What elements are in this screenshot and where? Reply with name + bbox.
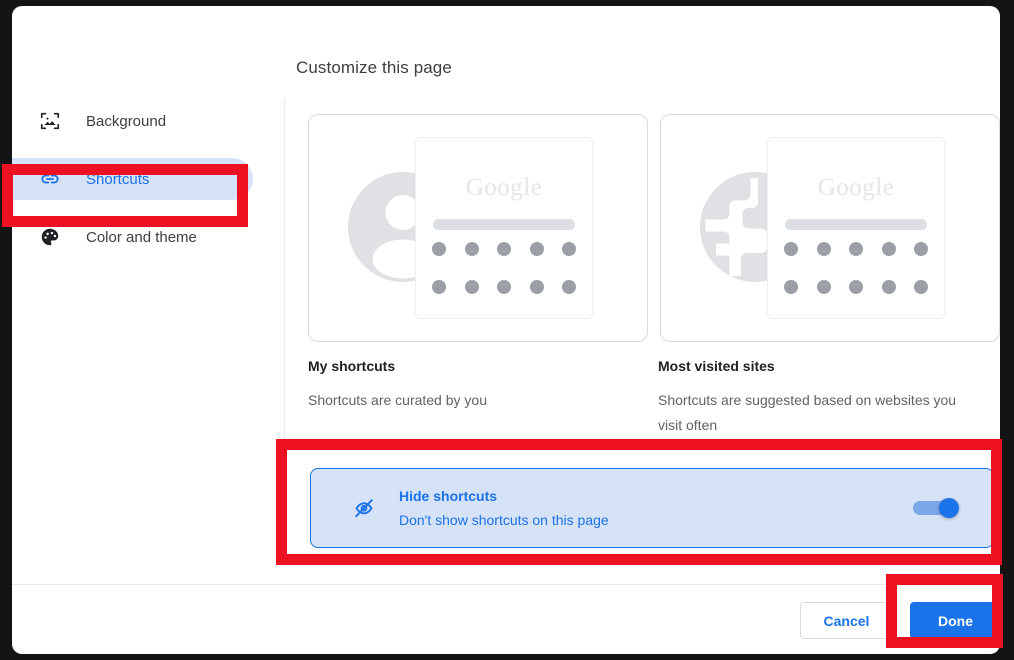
preview-shortcut-dot	[849, 280, 863, 294]
toggle-knob	[939, 498, 959, 518]
preview-search-bar	[433, 219, 575, 230]
preview-page: Google	[415, 137, 593, 319]
preview-shortcut-dot	[432, 242, 446, 256]
sidebar-item-color-and-theme[interactable]: Color and theme	[12, 216, 260, 258]
sidebar-item-background[interactable]: Background	[12, 100, 260, 142]
preview-logo: Google	[465, 174, 543, 201]
preview-shortcut-dot	[784, 280, 798, 294]
option-caption-my-shortcuts: My shortcuts Shortcuts are curated by yo…	[308, 358, 646, 438]
sidebar-item-label: Background	[86, 112, 167, 130]
preview-shortcut-row	[432, 242, 576, 256]
option-tile-most-visited-sites[interactable]: Google	[660, 114, 1000, 342]
preview-shortcut-dot	[529, 280, 544, 294]
sidebar-item-label: Color and theme	[86, 228, 197, 246]
preview-page: Google	[767, 137, 945, 319]
option-title: My shortcuts	[308, 358, 396, 374]
preview-shortcut-row	[432, 280, 576, 294]
link-icon	[38, 167, 62, 191]
hide-shortcuts-subtitle: Don't show shortcuts on this page	[399, 512, 609, 528]
preview-search-bar	[785, 219, 927, 230]
sidebar: Background Shortcuts Color and theme	[12, 100, 260, 258]
preview-shortcut-dot	[562, 280, 576, 294]
screen: Customize this page Background Shortcuts…	[0, 0, 1014, 660]
preview-shortcut-dot	[849, 242, 863, 256]
preview-logo: Google	[817, 174, 895, 201]
preview-shortcut-dot	[881, 242, 896, 256]
hide-shortcuts-row[interactable]: Hide shortcuts Don't show shortcuts on t…	[310, 468, 994, 548]
sidebar-item-label: Shortcuts	[86, 170, 150, 188]
cancel-button[interactable]: Cancel	[800, 602, 893, 639]
preview-shortcut-dot	[529, 242, 544, 256]
option-title: Most visited sites	[658, 358, 775, 374]
image-icon	[38, 109, 62, 133]
shortcut-option-tiles: Google Google	[308, 114, 1000, 342]
preview-shortcut-dot	[784, 242, 798, 256]
preview-shortcut-dot	[464, 242, 479, 256]
preview-shortcut-dot	[816, 242, 831, 256]
preview-shortcut-dot	[497, 242, 511, 256]
done-button[interactable]: Done	[910, 602, 1000, 639]
option-description: Shortcuts are suggested based on website…	[658, 392, 957, 433]
preview-shortcut-dot	[464, 280, 479, 294]
preview-shortcut-dot	[914, 242, 928, 256]
sidebar-item-shortcuts[interactable]: Shortcuts	[12, 158, 253, 200]
preview-shortcut-dot	[432, 280, 446, 294]
option-caption-most-visited-sites: Most visited sites Shortcuts are suggest…	[658, 358, 996, 438]
palette-icon	[38, 225, 62, 249]
preview-shortcut-dot	[914, 280, 928, 294]
preview-shortcut-dot	[816, 280, 831, 294]
eye-off-icon	[351, 496, 377, 520]
hide-shortcuts-toggle[interactable]	[913, 498, 959, 518]
preview-shortcut-dot	[881, 280, 896, 294]
preview-shortcut-dot	[562, 242, 576, 256]
option-description: Shortcuts are curated by you	[308, 392, 487, 408]
hide-shortcuts-title: Hide shortcuts	[399, 488, 498, 504]
option-captions: My shortcuts Shortcuts are curated by yo…	[308, 358, 996, 438]
preview-shortcut-row	[784, 242, 928, 256]
preview-shortcut-dot	[497, 280, 511, 294]
preview-shortcut-row	[784, 280, 928, 294]
option-tile-my-shortcuts[interactable]: Google	[308, 114, 648, 342]
footer-divider	[12, 584, 1000, 585]
page-title: Customize this page	[296, 58, 452, 77]
hide-shortcuts-text: Hide shortcuts Don't show shortcuts on t…	[399, 488, 913, 528]
sidebar-divider	[284, 98, 285, 542]
customize-page-dialog: Customize this page Background Shortcuts…	[12, 6, 1000, 654]
